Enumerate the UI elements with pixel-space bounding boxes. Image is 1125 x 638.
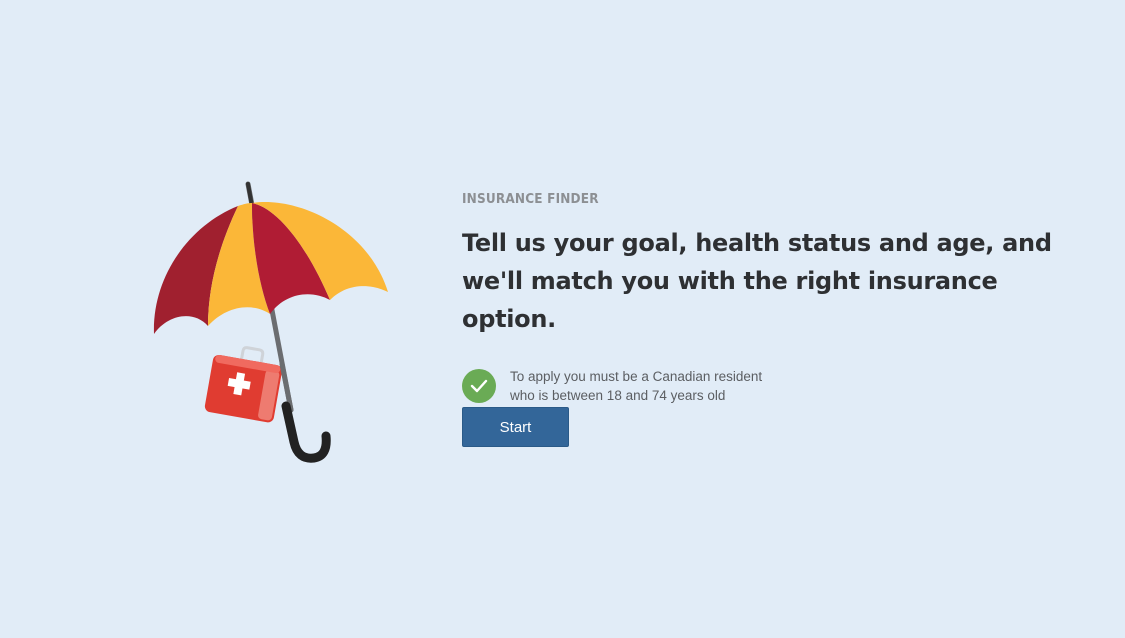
insurance-finder-page: INSURANCE FINDER Tell us your goal, heal… [0, 0, 1125, 638]
page-eyebrow: INSURANCE FINDER [462, 192, 599, 207]
intro-panel: INSURANCE FINDER Tell us your goal, heal… [462, 190, 1062, 447]
eligibility-line-1: To apply you must be a Canadian resident [510, 369, 763, 384]
eligibility-line-2: who is between 18 and 74 years old [510, 388, 726, 403]
eligibility-text: To apply you must be a Canadian resident… [510, 367, 762, 405]
page-title: Tell us your goal, health status and age… [462, 229, 1052, 333]
eligibility-requirement: To apply you must be a Canadian resident… [462, 368, 1062, 405]
start-button[interactable]: Start [462, 407, 569, 447]
check-circle-icon [462, 369, 496, 403]
umbrella-with-first-aid-kit-icon [148, 178, 393, 463]
